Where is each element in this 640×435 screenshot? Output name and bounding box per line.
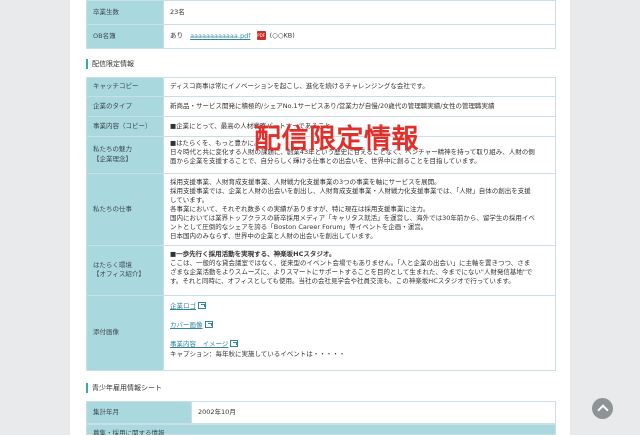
ob-list-size: (○○KB): [269, 31, 295, 40]
environment-line: ざまな企業活動をよりスムーズに、よりスマートにサポートすることを目的として生まれ…: [170, 267, 533, 276]
environment-label: はたらく環境 【オフィス紹介】: [86, 244, 164, 296]
work-line: ントとして圧倒的なシェアを誇る「Boston Career Forum」等イベン…: [170, 222, 428, 231]
work-line: 各事業において、それぞれ数多くの実績がありますが、特に現在は採用支援事業に注力。: [170, 204, 430, 213]
appeal-label: 私たちの魅力 【企業理念】: [86, 136, 164, 174]
graduates-label: 卒業生数: [86, 0, 164, 25]
table-row: 私たちの仕事 採用支援事業、人財育成支援事業、人財戦力化支援事業の3つの事業を軸…: [86, 173, 556, 246]
attachments-label: 添付画像: [86, 294, 164, 371]
exclusive-watermark: 配信限定情報: [254, 124, 419, 155]
environment-line: ここは、一般的な貸会議室ではなく、従来型のイベント会場でもありません。「人と企業…: [170, 258, 531, 267]
section-heading-exclusive: 配信限定情報: [86, 58, 134, 70]
attachment-caption: キャプション：毎年秋に実施しているイベントは・・・・・: [170, 349, 346, 358]
basic-info-table: 卒業生数 23名 OB名簿 あり aaaaaaaaaaaa.pdf PDF (○…: [86, 0, 556, 49]
section-marker: [86, 383, 88, 393]
table-row: 企業のタイプ 新商品・サービス開発に積極的/シェアNo.1サービスあり/営業力が…: [86, 96, 556, 117]
aggregate-value: 2002年10月: [191, 401, 556, 424]
environment-value: ■一歩先行く採用活動を実現する、神楽坂HCスタジオ。 ここは、一般的な貸会議室で…: [163, 244, 556, 296]
table-row: 添付画像 企業ロゴ カバー画像 事業内容 イメージ キャプション：毎年秋に実施し…: [86, 294, 556, 371]
ob-list-label: OB名簿: [86, 24, 164, 49]
attachment-link-business[interactable]: 事業内容 イメージ: [170, 340, 228, 348]
environment-label-line2: 【オフィス紹介】: [93, 270, 145, 279]
appeal-line: 面から企業を支援することで、自分らしく輝ける仕事との出会いを、世界中に創ることを…: [170, 156, 481, 165]
work-label: 私たちの仕事: [86, 173, 164, 246]
section-title: 配信限定情報: [92, 60, 134, 68]
environment-line: す。それと同時に、オフィスとしても使用。当社の会社見学会や社員交流も、この神楽坂…: [170, 276, 515, 285]
environment-label-line1: はたらく環境: [93, 260, 132, 269]
table-row: 集計年月 2002年10月: [86, 401, 556, 424]
section-title: 青少年雇用情報シート: [92, 384, 162, 392]
table-row: OB名簿 あり aaaaaaaaaaaa.pdf PDF (○○KB): [86, 24, 556, 49]
attachment-item: 企業ロゴ: [170, 302, 549, 321]
attachment-link-cover[interactable]: カバー画像: [170, 321, 203, 329]
ob-list-prefix: あり: [170, 31, 183, 40]
catch-copy-value: ディスコ商事は常にイノベーションを起こし、進化を続けるチャレンジングな会社です。: [163, 77, 556, 97]
table-row: 卒業生数 23名: [86, 0, 556, 25]
work-line: 採用支援事業、人財育成支援事業、人財戦力化支援事業の3つの事業を軸にサービスを展…: [170, 178, 441, 186]
company-type-label: 企業のタイプ: [86, 96, 164, 117]
section-heading-youth: 青少年雇用情報シート: [86, 382, 162, 394]
graduates-value: 23名: [163, 0, 556, 25]
business-label: 事業内容（コピー）: [86, 116, 164, 137]
work-line: 採用支援事業では、企業と人財の出会いを創出し、人財育成支援事業・人財戦力化支援事…: [170, 186, 531, 195]
appeal-label-line1: 私たちの魅力: [93, 145, 132, 154]
youth-info-table: 集計年月 2002年10月: [86, 401, 556, 424]
work-value: 採用支援事業、人財育成支援事業、人財戦力化支援事業の3つの事業を軸にサービスを展…: [163, 173, 556, 246]
aggregate-label: 集計年月: [86, 401, 192, 424]
appeal-label-line2: 【企業理念】: [93, 155, 132, 163]
ob-list-cell: あり aaaaaaaaaaaa.pdf PDF (○○KB): [163, 24, 556, 49]
work-line: 国内においては業界トップクラスの新卒採用メディア「キャリタス就活」を運営し、海外…: [170, 213, 535, 222]
image-icon: [204, 321, 213, 329]
ob-list-pdf-link[interactable]: aaaaaaaaaaaa.pdf: [190, 32, 250, 40]
work-line: 日本国内のみならず、世界中の企業と人財の出会いを創出しています。: [170, 231, 377, 240]
pdf-file-icon: PDF: [256, 31, 266, 41]
catch-copy-label: キャッチコピー: [86, 77, 164, 97]
chevron-up-icon[interactable]: [592, 398, 613, 419]
attachment-link-logo[interactable]: 企業ロゴ: [170, 302, 196, 310]
image-icon: [198, 302, 206, 310]
attachment-item: 事業内容 イメージ: [170, 340, 549, 350]
work-line: しています。: [170, 195, 209, 204]
company-type-value: 新商品・サービス開発に積極的/シェアNo.1サービスあり/営業力が自慢/20歳代…: [163, 96, 556, 117]
table-row: はたらく環境 【オフィス紹介】 ■一歩先行く採用活動を実現する、神楽坂HCスタジ…: [86, 244, 556, 296]
section-marker: [86, 59, 88, 69]
environment-line: ■一歩先行く採用活動を実現する、神楽坂HCスタジオ。: [170, 249, 336, 258]
recruit-info-heading: 募集・採用に関する情報: [86, 424, 556, 435]
table-row: キャッチコピー ディスコ商事は常にイノベーションを起こし、進化を続けるチャレンジ…: [86, 77, 556, 97]
image-icon: [230, 340, 239, 348]
attachments-value: 企業ロゴ カバー画像 事業内容 イメージ キャプション：毎年秋に実施しているイベ…: [163, 294, 556, 371]
attachment-item: カバー画像: [170, 321, 549, 340]
